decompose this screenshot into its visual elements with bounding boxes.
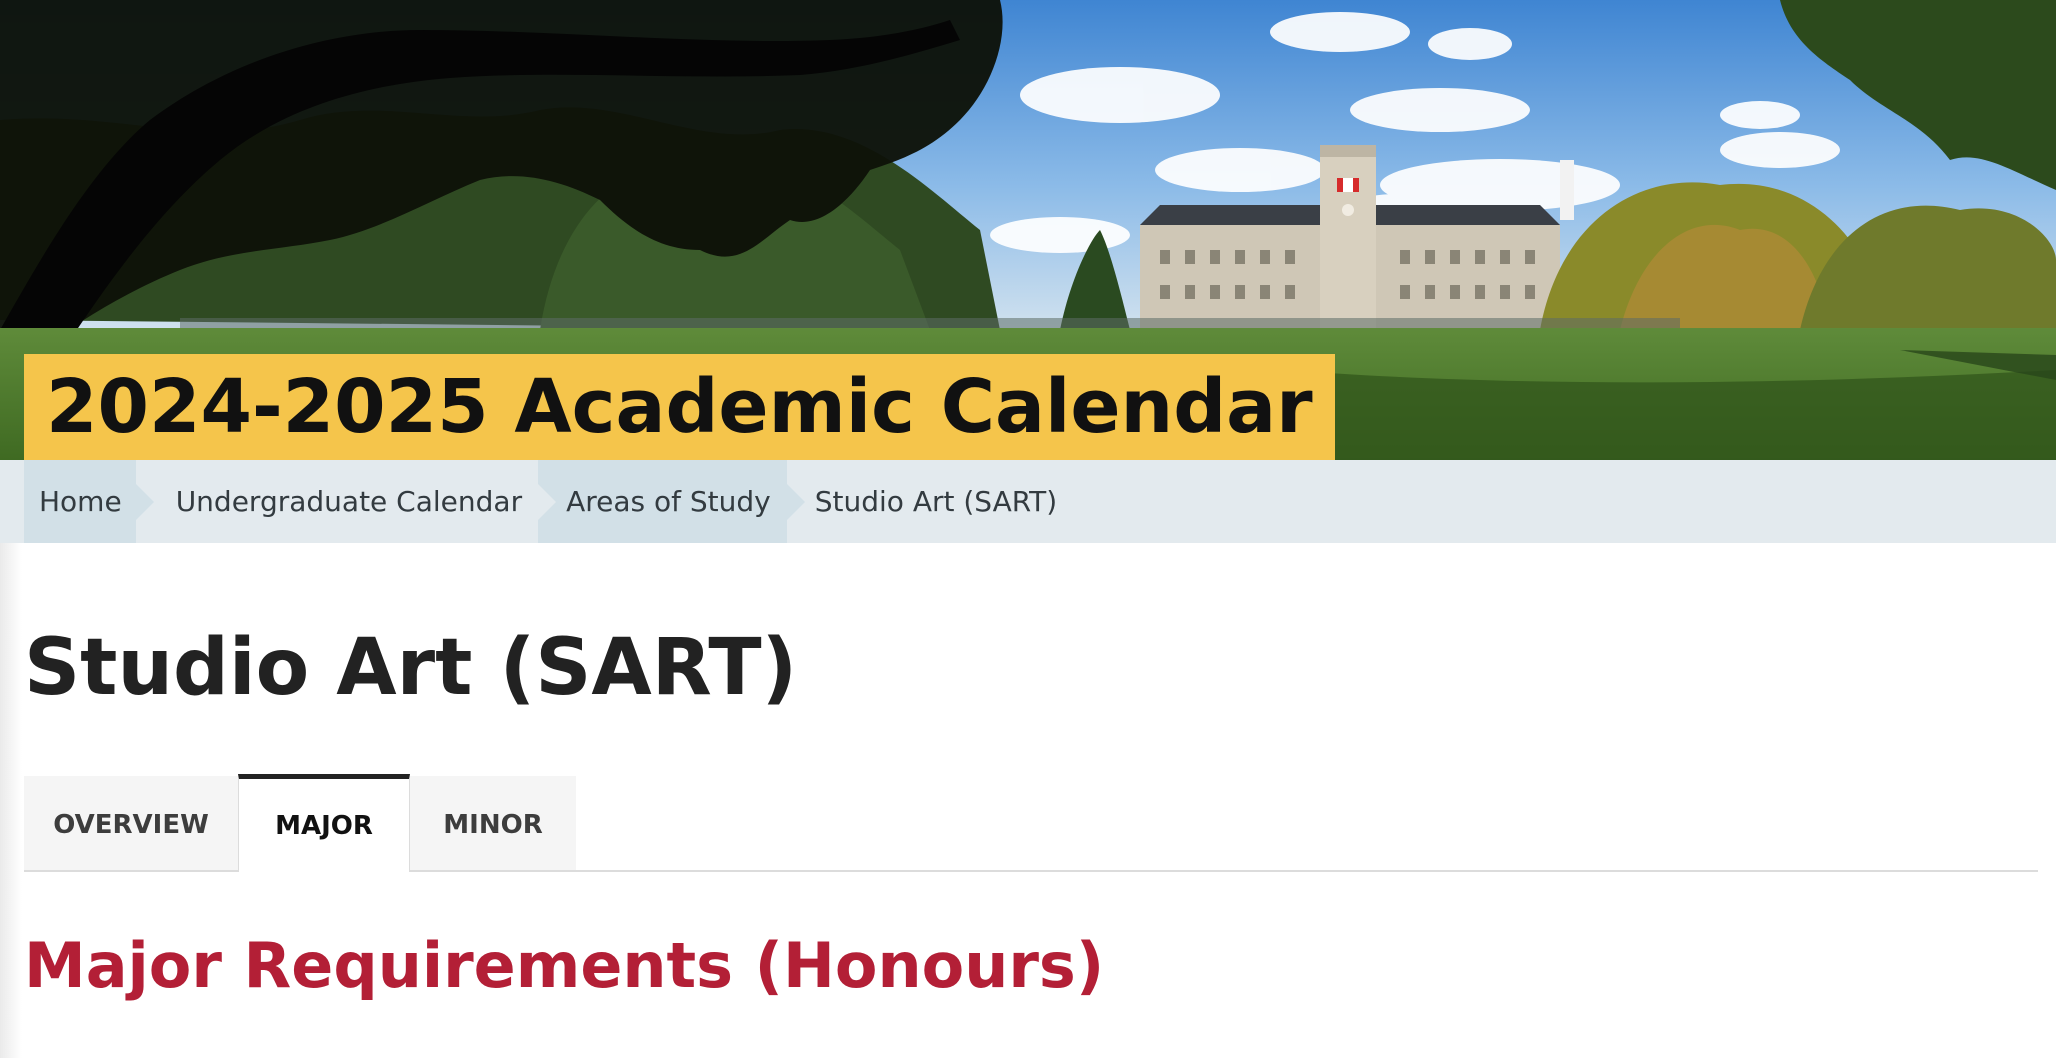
- calendar-title-banner: 2024-2025 Academic Calendar: [24, 354, 1335, 460]
- left-edge-shadow: [0, 543, 22, 1058]
- page-title: Studio Art (SART): [24, 623, 798, 713]
- tab-overview[interactable]: OVERVIEW: [24, 776, 238, 870]
- page: 2024-2025 Academic Calendar Home Undergr…: [0, 0, 2056, 1058]
- tab-minor[interactable]: MINOR: [410, 776, 576, 870]
- breadcrumb-current-page: Studio Art (SART): [814, 485, 1058, 518]
- calendar-title: 2024-2025 Academic Calendar: [46, 364, 1313, 450]
- section-heading-major-requirements: Major Requirements (Honours): [24, 929, 1105, 1002]
- breadcrumb-undergraduate-calendar[interactable]: Undergraduate Calendar: [135, 460, 557, 543]
- hero-banner: 2024-2025 Academic Calendar: [0, 0, 2056, 460]
- breadcrumb: Home Undergraduate Calendar Areas of Stu…: [0, 460, 2056, 543]
- breadcrumb-areas-of-study[interactable]: Areas of Study: [538, 460, 805, 543]
- breadcrumb-home[interactable]: Home: [24, 460, 154, 543]
- tab-major[interactable]: MAJOR: [238, 774, 410, 872]
- program-tabs: OVERVIEW MAJOR MINOR: [24, 774, 2038, 872]
